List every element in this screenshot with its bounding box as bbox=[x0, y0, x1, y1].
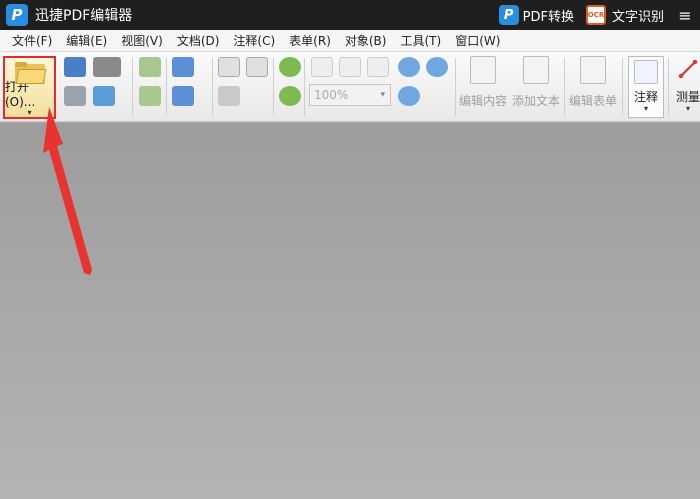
toolbar-separator bbox=[166, 58, 167, 116]
menu-window[interactable]: 窗口(W) bbox=[449, 32, 506, 49]
zoom-out-icon[interactable] bbox=[426, 57, 448, 77]
toolbar-separator bbox=[564, 58, 565, 116]
open-button[interactable]: 打开(O)... ▾ bbox=[3, 56, 56, 119]
hamburger-menu-icon[interactable]: ≡ bbox=[674, 4, 696, 26]
fit-page-icon[interactable] bbox=[339, 57, 361, 77]
measure-button[interactable]: 测量 ▾ bbox=[676, 56, 700, 113]
toolbar-separator bbox=[455, 58, 456, 116]
pdf-convert-button[interactable]: PDF转换 bbox=[523, 6, 574, 25]
rotate-right-icon[interactable] bbox=[279, 86, 301, 106]
print-icon[interactable] bbox=[64, 86, 86, 106]
email-icon[interactable] bbox=[93, 86, 115, 106]
pdf-convert-icon[interactable]: P bbox=[498, 5, 519, 25]
zoom-dropdown-icon[interactable]: ▾ bbox=[380, 90, 385, 100]
add-text-label: 添加文本 bbox=[512, 94, 561, 108]
menu-document[interactable]: 文档(D) bbox=[171, 32, 226, 49]
measure-label: 测量 bbox=[676, 90, 700, 104]
toolbar-separator bbox=[622, 58, 623, 116]
zoom-value: 100% bbox=[314, 88, 349, 102]
open-dropdown-icon[interactable]: ▾ bbox=[27, 108, 31, 117]
annotate-icon bbox=[634, 60, 658, 84]
annotate-button[interactable]: 注释 ▾ bbox=[628, 56, 664, 118]
toolbar-separator bbox=[132, 58, 133, 116]
zoom-select[interactable]: 100% ▾ bbox=[309, 84, 391, 106]
edit-content-button[interactable]: 编辑内容 bbox=[459, 56, 507, 109]
snapshot-icon[interactable] bbox=[218, 86, 240, 106]
add-text-button[interactable]: 添加文本 bbox=[512, 56, 560, 109]
redo-icon[interactable] bbox=[172, 86, 194, 106]
title-bar: P 迅捷PDF编辑器 P PDF转换 OCR 文字识别 ≡ bbox=[0, 0, 700, 30]
document-canvas[interactable] bbox=[0, 123, 700, 499]
menu-object[interactable]: 对象(B) bbox=[339, 32, 393, 49]
menu-form[interactable]: 表单(R) bbox=[283, 32, 337, 49]
edit-form-button[interactable]: 编辑表单 bbox=[569, 56, 617, 109]
zoom-in-icon[interactable] bbox=[398, 57, 420, 77]
edit-form-icon bbox=[580, 56, 606, 84]
fit-width-icon[interactable] bbox=[367, 57, 389, 77]
menu-tools[interactable]: 工具(T) bbox=[394, 32, 447, 49]
app-title: 迅捷PDF编辑器 bbox=[35, 8, 133, 24]
actual-size-icon[interactable] bbox=[311, 57, 333, 77]
select-text-icon[interactable] bbox=[246, 57, 268, 77]
toolbar-separator bbox=[212, 58, 213, 116]
app-logo-icon: P bbox=[6, 4, 28, 26]
menu-file[interactable]: 文件(F) bbox=[6, 32, 58, 49]
undo-icon[interactable] bbox=[172, 57, 194, 77]
toolbar-separator bbox=[273, 58, 274, 116]
ocr-icon[interactable]: OCR bbox=[585, 5, 606, 25]
edit-content-icon bbox=[470, 56, 496, 84]
measure-dropdown-icon[interactable]: ▾ bbox=[686, 104, 690, 113]
menu-edit[interactable]: 编辑(E) bbox=[60, 32, 113, 49]
toolbar-separator bbox=[304, 58, 305, 116]
save-icon[interactable] bbox=[64, 57, 86, 77]
previous-page-icon[interactable] bbox=[139, 57, 161, 77]
scanner-icon[interactable] bbox=[93, 57, 121, 77]
annotate-dropdown-icon[interactable]: ▾ bbox=[644, 104, 648, 113]
hand-tool-icon[interactable] bbox=[218, 57, 240, 77]
folder-icon bbox=[14, 62, 46, 84]
annotate-label: 注释 bbox=[633, 90, 658, 104]
ocr-button[interactable]: 文字识别 bbox=[612, 6, 664, 25]
edit-content-label: 编辑内容 bbox=[459, 94, 508, 108]
menu-comment[interactable]: 注释(C) bbox=[227, 32, 281, 49]
menu-view[interactable]: 视图(V) bbox=[115, 32, 169, 49]
add-text-icon bbox=[523, 56, 549, 84]
menu-bar: 文件(F) 编辑(E) 视图(V) 文档(D) 注释(C) 表单(R) 对象(B… bbox=[0, 30, 700, 52]
rotate-left-icon[interactable] bbox=[279, 57, 301, 77]
next-page-icon[interactable] bbox=[139, 86, 161, 106]
edit-form-label: 编辑表单 bbox=[569, 94, 618, 108]
toolbar-separator bbox=[668, 58, 669, 116]
measure-icon bbox=[677, 56, 699, 80]
zoom-tool-icon[interactable] bbox=[398, 86, 420, 106]
